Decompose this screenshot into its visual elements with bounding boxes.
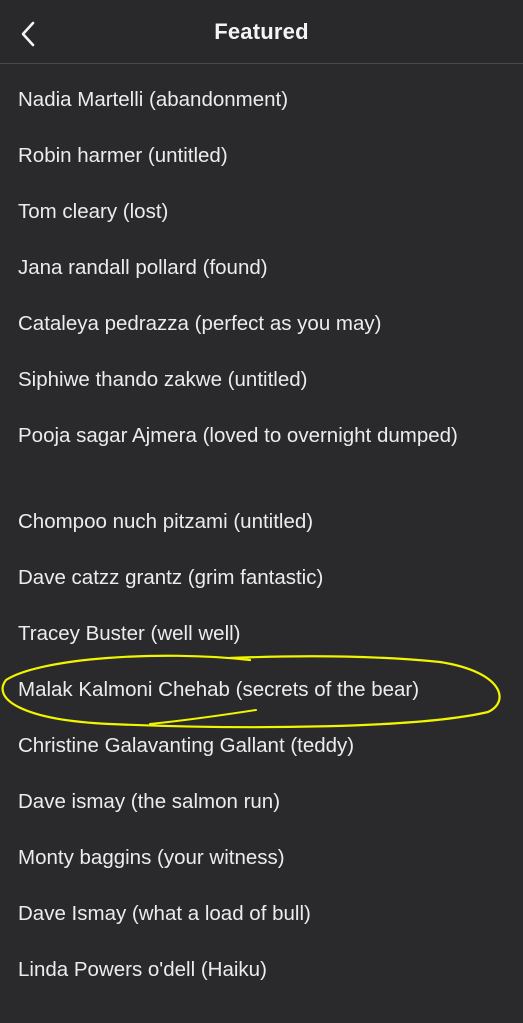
list-item[interactable]: Monty baggins (your witness) <box>0 830 523 886</box>
list-item[interactable]: Jana randall pollard (found) <box>0 240 523 296</box>
list-item[interactable]: Tracey Buster (well well) <box>0 606 523 662</box>
list-item[interactable]: Pooja sagar Ajmera (loved to overnight d… <box>0 408 523 494</box>
list-item-highlighted[interactable]: Malak Kalmoni Chehab (secrets of the bea… <box>0 662 523 718</box>
list-item[interactable]: Siphiwe thando zakwe (untitled) <box>0 352 523 408</box>
featured-list: Nadia Martelli (abandonment) Robin harme… <box>0 72 523 998</box>
list-item[interactable]: Dave ismay (the salmon run) <box>0 774 523 830</box>
list-item[interactable]: Chompoo nuch pitzami (untitled) <box>0 494 523 550</box>
page-title: Featured <box>214 19 309 44</box>
list-item[interactable]: Nadia Martelli (abandonment) <box>0 72 523 128</box>
list-item[interactable]: Tom cleary (lost) <box>0 184 523 240</box>
list-item[interactable]: Dave catzz grantz (grim fantastic) <box>0 550 523 606</box>
top-app-bar: Featured <box>0 0 523 64</box>
list-item[interactable]: Dave Ismay (what a load of bull) <box>0 886 523 942</box>
list-item[interactable]: Robin harmer (untitled) <box>0 128 523 184</box>
featured-screen: Featured Nadia Martelli (abandonment) Ro… <box>0 0 523 1023</box>
list-item[interactable]: Christine Galavanting Gallant (teddy) <box>0 718 523 774</box>
list-item[interactable]: Cataleya pedrazza (perfect as you may) <box>0 296 523 352</box>
list-item[interactable]: Linda Powers o'dell (Haiku) <box>0 942 523 998</box>
